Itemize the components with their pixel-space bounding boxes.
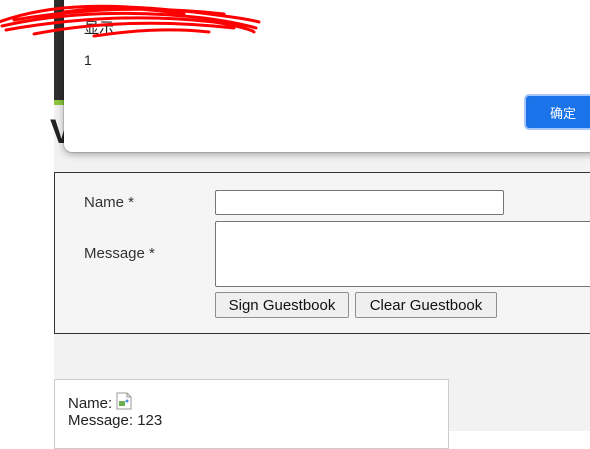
message-textarea[interactable]	[215, 221, 590, 287]
alert-title-suffix: 显示	[84, 20, 115, 37]
clear-guestbook-button[interactable]: Clear Guestbook	[355, 292, 497, 318]
entry-name-label: Name:	[68, 395, 113, 412]
guestbook-entry: Name: Message: 123	[54, 379, 449, 449]
name-input[interactable]	[215, 190, 504, 215]
broken-image-icon	[116, 392, 132, 410]
alert-title: 显示	[84, 17, 114, 38]
sign-guestbook-button[interactable]: Sign Guestbook	[215, 292, 349, 318]
browser-left-margin	[0, 0, 54, 431]
message-label: Message *	[84, 245, 155, 262]
site-header-bar	[54, 0, 64, 100]
site-header-accent	[54, 100, 64, 105]
entry-name-row: Name:	[68, 392, 132, 412]
alert-ok-button[interactable]: 确定	[524, 94, 590, 130]
guestbook-form: Name * Message * Sign Guestbook Clear Gu…	[54, 172, 590, 334]
entry-message-value: 123	[137, 412, 163, 429]
entry-message-row: Message: 123	[68, 412, 162, 429]
entry-message-label: Message:	[68, 412, 134, 429]
alert-message: 1	[84, 52, 92, 68]
name-label: Name *	[84, 194, 135, 211]
alert-dialog: 显示 1 确定	[0, 0, 590, 152]
